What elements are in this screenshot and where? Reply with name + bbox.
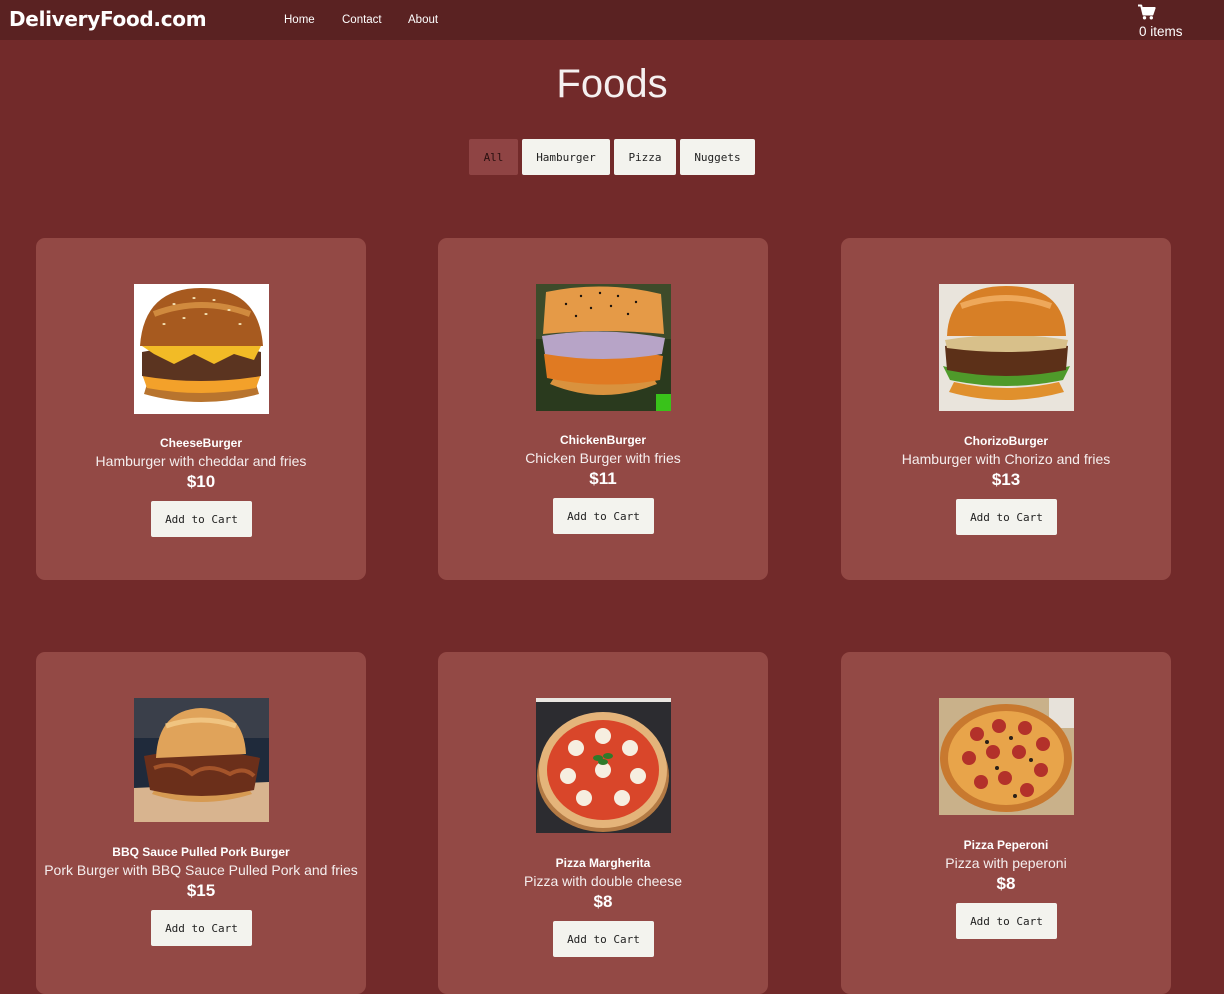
product-price: $13 bbox=[991, 470, 1021, 489]
product-name: ChorizoBurger bbox=[964, 434, 1048, 448]
add-to-cart-button[interactable]: Add to Cart bbox=[956, 499, 1057, 535]
product-name: BBQ Sauce Pulled Pork Burger bbox=[112, 845, 290, 859]
add-to-cart-button[interactable]: Add to Cart bbox=[151, 501, 252, 537]
product-name: Pizza Margherita bbox=[555, 856, 651, 870]
product-price: $10 bbox=[186, 472, 216, 491]
product-price: $15 bbox=[186, 881, 216, 900]
product-card: ChickenBurger Chicken Burger with fries … bbox=[438, 238, 768, 580]
product-card: Pizza Margherita Pizza with double chees… bbox=[438, 652, 768, 994]
add-to-cart-button[interactable]: Add to Cart bbox=[956, 903, 1057, 939]
filter-all-button[interactable]: All bbox=[469, 139, 518, 175]
product-description: Pork Burger with BBQ Sauce Pulled Pork a… bbox=[44, 862, 358, 878]
product-price: $8 bbox=[996, 874, 1016, 893]
product-name: Pizza Peperoni bbox=[963, 838, 1049, 852]
filter-nuggets-button[interactable]: Nuggets bbox=[680, 139, 755, 175]
pizza-margherita-photo bbox=[536, 698, 671, 833]
add-to-cart-button[interactable]: Add to Cart bbox=[553, 921, 654, 957]
filter-pizza-button[interactable]: Pizza bbox=[614, 139, 676, 175]
chickenburger-photo bbox=[536, 284, 671, 411]
cart-count: 0 items bbox=[1139, 24, 1183, 39]
cart-button[interactable]: 0 items bbox=[1138, 2, 1218, 39]
filter-hamburger-button[interactable]: Hamburger bbox=[522, 139, 610, 175]
add-to-cart-button[interactable]: Add to Cart bbox=[151, 910, 252, 946]
add-to-cart-button[interactable]: Add to Cart bbox=[553, 498, 654, 534]
product-name: ChickenBurger bbox=[559, 433, 647, 447]
pizza-peperoni-photo bbox=[939, 698, 1074, 815]
product-description: Pizza with peperoni bbox=[945, 855, 1067, 871]
top-navbar: DeliveryFood.com Home Contact About 0 it… bbox=[0, 0, 1224, 40]
cheeseburger-photo bbox=[134, 284, 269, 414]
nav-link-contact[interactable]: Contact bbox=[342, 14, 382, 26]
product-card: ChorizoBurger Hamburger with Chorizo and… bbox=[841, 238, 1171, 580]
product-price: $11 bbox=[589, 469, 617, 488]
product-card: BBQ Sauce Pulled Pork Burger Pork Burger… bbox=[36, 652, 366, 994]
product-description: Chicken Burger with fries bbox=[525, 450, 681, 466]
product-description: Hamburger with cheddar and fries bbox=[95, 453, 307, 469]
pulled-pork-burger-photo bbox=[134, 698, 269, 822]
nav-link-about[interactable]: About bbox=[408, 14, 438, 26]
product-card: CheeseBurger Hamburger with cheddar and … bbox=[36, 238, 366, 580]
product-name: CheeseBurger bbox=[159, 436, 243, 450]
product-card: Pizza Peperoni Pizza with peperoni $8 Ad… bbox=[841, 652, 1171, 994]
product-description: Hamburger with Chorizo and fries bbox=[901, 451, 1111, 467]
page-title: Foods bbox=[556, 62, 668, 106]
product-price: $8 bbox=[593, 892, 613, 911]
nav-link-home[interactable]: Home bbox=[284, 14, 315, 26]
shopping-cart-icon bbox=[1138, 4, 1156, 20]
product-description: Pizza with double cheese bbox=[524, 873, 682, 889]
chorizoburger-photo bbox=[939, 284, 1074, 411]
brand-logo[interactable]: DeliveryFood.com bbox=[9, 7, 207, 31]
